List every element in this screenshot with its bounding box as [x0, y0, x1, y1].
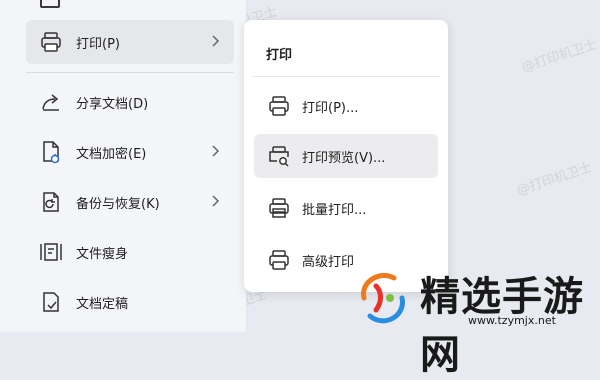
menu-item-label: 文档加密(E): [76, 146, 147, 162]
submenu-divider: [252, 76, 440, 77]
file-menu-panel: 打印(P) 分享文档(D) 文档加密(E) 备份与恢复(K) 文件瘦身 文档定稿: [0, 0, 247, 332]
print-submenu: 打印 打印(P)... 打印预览(V)... 批量打印... 高级打印: [244, 20, 448, 292]
menu-item-label: 分享文档(D): [76, 96, 149, 112]
watermark: @打印机卫士: [515, 160, 595, 199]
print-preview-icon: [266, 143, 292, 169]
backup-icon: [38, 189, 64, 215]
submenu-item-print[interactable]: 打印(P)...: [254, 84, 438, 128]
submenu-item-label: 高级打印: [302, 254, 355, 270]
printer-icon: [38, 29, 64, 55]
submenu-item-print-preview[interactable]: 打印预览(V)...: [254, 134, 438, 178]
menu-item-label: 文件瘦身: [76, 246, 129, 262]
share-icon: [38, 89, 64, 115]
menu-item-backup-restore[interactable]: 备份与恢复(K): [26, 180, 234, 224]
chevron-right-icon: [210, 193, 220, 209]
menu-item-share-doc[interactable]: 分享文档(D): [26, 80, 234, 124]
watermark: @打印机卫士: [520, 37, 600, 76]
menu-item-label: 打印(P): [76, 36, 120, 52]
site-logo: 精选手游网 www.tzymjx.net: [350, 262, 600, 378]
submenu-item-label: 打印预览(V)...: [302, 150, 386, 166]
chevron-right-icon: [210, 33, 220, 49]
menu-item-label: 备份与恢复(K): [76, 196, 160, 212]
menu-item-slim-file[interactable]: 文件瘦身: [26, 230, 234, 274]
printer-icon: [266, 93, 292, 119]
menu-item-finalize-doc[interactable]: 文档定稿: [26, 280, 234, 324]
submenu-title: 打印: [266, 48, 293, 63]
chevron-right-icon: [210, 143, 220, 159]
finalize-doc-icon: [38, 289, 64, 315]
logo-url: www.tzymjx.net: [468, 314, 556, 327]
menu-item-label: 文档定稿: [76, 296, 129, 312]
submenu-item-label: 打印(P)...: [302, 100, 359, 116]
batch-print-icon: [266, 195, 292, 221]
submenu-item-label: 批量打印...: [302, 202, 367, 218]
submenu-item-batch-print[interactable]: 批量打印...: [254, 186, 438, 230]
advanced-print-icon: [266, 247, 292, 273]
partial-icon: [40, 0, 60, 8]
menu-divider: [26, 72, 234, 73]
logo-mark-icon: [361, 273, 405, 324]
menu-item-encrypt-doc[interactable]: 文档加密(E): [26, 130, 234, 174]
menu-item-print[interactable]: 打印(P): [26, 20, 234, 64]
slim-file-icon: [38, 239, 64, 265]
encrypt-doc-icon: [38, 139, 64, 165]
